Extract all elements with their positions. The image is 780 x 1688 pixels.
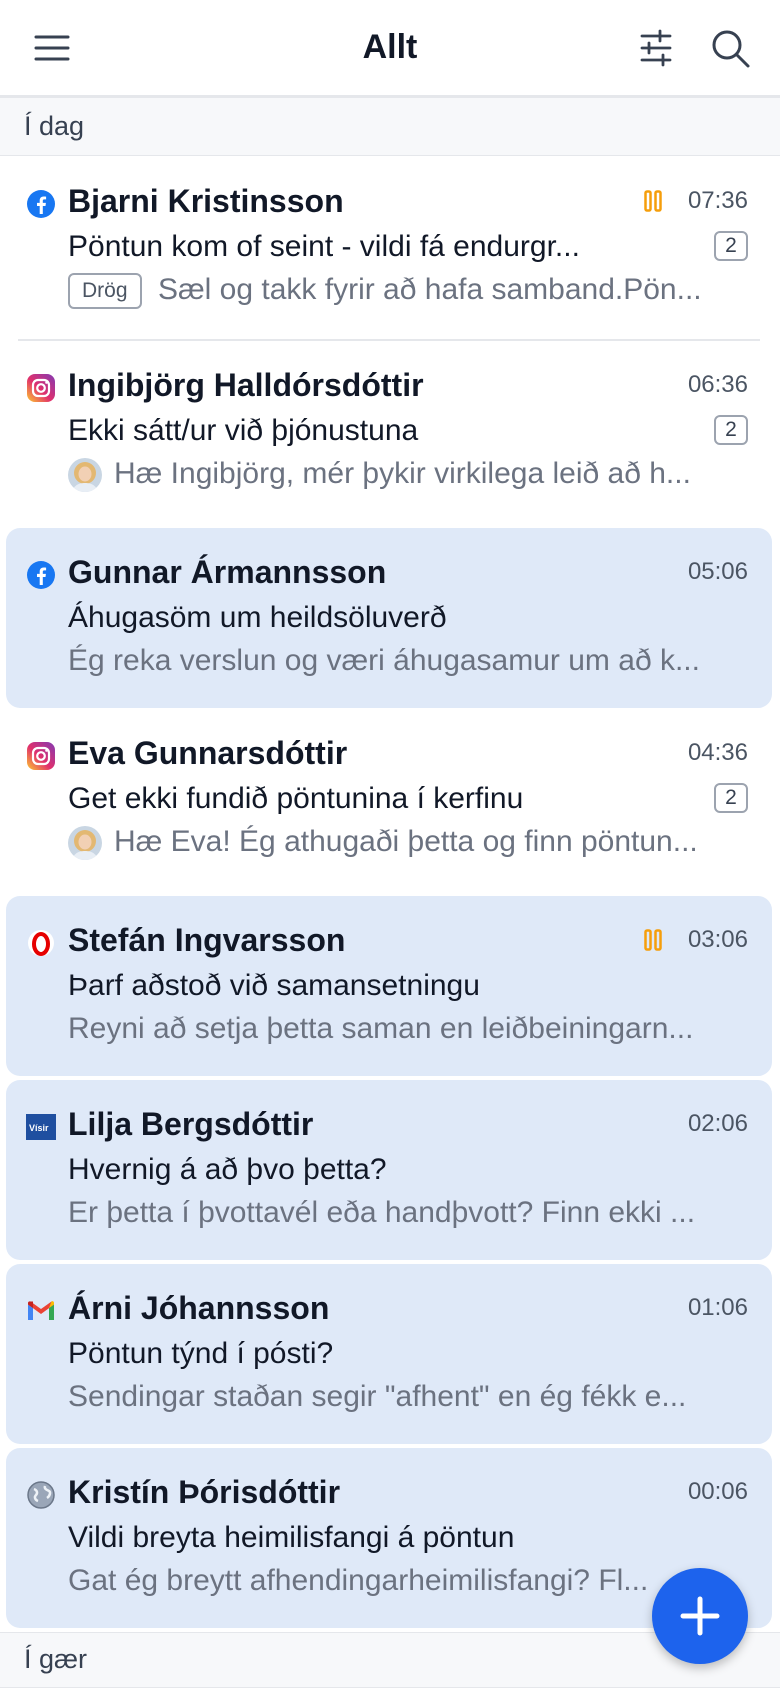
facebook-icon — [26, 560, 56, 590]
message-preview: Hæ Ingibjörg, mér þykir virkilega leið a… — [114, 457, 691, 490]
message-preview: Gat ég breytt afhendingarheimilisfangi? … — [68, 1564, 649, 1597]
section-label: Í dag — [24, 111, 85, 141]
paused-icon — [644, 190, 662, 212]
agent-avatar — [68, 826, 102, 860]
message-count-badge: 2 — [714, 415, 748, 445]
section-label: Í gær — [24, 1644, 88, 1674]
contact-name: Árni Jóhannsson — [68, 1290, 330, 1326]
filter-icon[interactable] — [636, 28, 676, 68]
conversation-subject: Hvernig á að þvo þetta? — [68, 1153, 387, 1186]
message-preview: Ég reka verslun og væri áhugasamur um að… — [68, 644, 700, 677]
globe-icon — [26, 1480, 56, 1510]
contact-name: Bjarni Kristinsson — [68, 183, 344, 219]
conversation-item[interactable]: Eva Gunnarsdóttir 04:36 Get ekki fundið … — [6, 709, 772, 889]
contact-name: Kristín Þórisdóttir — [68, 1474, 341, 1510]
visir-icon: Vísir — [26, 1112, 56, 1142]
instagram-icon — [26, 741, 56, 771]
conversation-subject: Get ekki fundið pöntunina í kerfinu — [68, 782, 524, 815]
message-count-badge: 2 — [714, 783, 748, 813]
message-time: 06:36 — [687, 371, 748, 398]
conversation-subject: Pöntun kom of seint - vildi fá endurgr..… — [68, 230, 580, 263]
plus-icon — [680, 1596, 720, 1636]
conversation-item[interactable]: Gunnar Ármannsson 05:06 Áhugasöm um heil… — [6, 528, 772, 708]
message-preview: Er þetta í þvottavél eða handþvott? Finn… — [68, 1196, 696, 1229]
vodafone-icon — [26, 928, 56, 958]
contact-name: Ingibjörg Halldórsdóttir — [68, 367, 424, 403]
conversation-item[interactable]: Árni Jóhannsson 01:06 Pöntun týnd í póst… — [6, 1264, 772, 1444]
top-bar: Allt — [0, 0, 780, 97]
conversation-item[interactable]: Ingibjörg Halldórsdóttir 06:36 Ekki sátt… — [6, 341, 772, 521]
contact-name: Gunnar Ármannsson — [68, 554, 387, 590]
gmail-icon — [26, 1296, 56, 1326]
message-time: 00:06 — [687, 1478, 748, 1505]
contact-name: Lilja Bergsdóttir — [68, 1106, 314, 1142]
message-preview: Sendingar staðan segir "afhent" en ég fé… — [68, 1380, 687, 1413]
message-preview: Sæl og takk fyrir að hafa samband.Pön... — [158, 273, 702, 306]
section-header-today: Í dag — [0, 97, 780, 156]
new-conversation-button[interactable] — [652, 1568, 748, 1664]
contact-name: Eva Gunnarsdóttir — [68, 735, 348, 771]
message-time: 05:06 — [687, 558, 748, 585]
contact-name: Stefán Ingvarsson — [68, 922, 346, 958]
draft-badge: Drög — [68, 273, 142, 309]
message-time: 07:36 — [687, 187, 748, 214]
message-time: 03:06 — [687, 926, 748, 953]
message-time: 02:06 — [687, 1110, 748, 1137]
search-icon[interactable] — [708, 26, 752, 70]
paused-icon — [644, 929, 662, 951]
conversation-subject: Pöntun týnd í pósti? — [68, 1337, 334, 1370]
message-time: 04:36 — [687, 739, 748, 766]
agent-avatar — [68, 458, 102, 492]
message-count-badge: 2 — [714, 231, 748, 261]
conversation-subject: Ekki sátt/ur við þjónustuna — [68, 414, 419, 447]
conversation-subject: Þarf aðstoð við samansetningu — [68, 969, 480, 1002]
conversation-subject: Vildi breyta heimilisfangi á pöntun — [68, 1521, 515, 1554]
message-preview: Reyni að setja þetta saman en leiðbeinin… — [68, 1012, 694, 1045]
svg-text:Vísir: Vísir — [29, 1123, 49, 1133]
conversation-subject: Áhugasöm um heildsöluverð — [68, 601, 447, 634]
conversation-item[interactable]: Stefán Ingvarsson 03:06 Þarf aðstoð við … — [6, 896, 772, 1076]
message-preview: Hæ Eva! Ég athugaði þetta og finn pöntun… — [114, 825, 698, 858]
conversation-item[interactable]: Bjarni Kristinsson 07:36 Pöntun kom of s… — [6, 157, 772, 337]
conversation-item[interactable]: Vísir Lilja Bergsdóttir 02:06 Hvernig á … — [6, 1080, 772, 1260]
facebook-icon — [26, 189, 56, 219]
message-time: 01:06 — [687, 1294, 748, 1321]
instagram-icon — [26, 373, 56, 403]
